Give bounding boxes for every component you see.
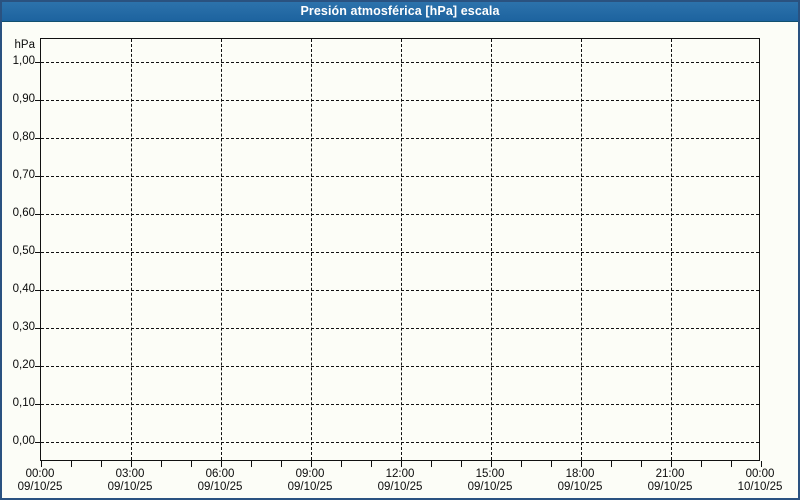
- x-axis-label: 21:0009/10/25: [632, 468, 708, 494]
- x-axis-label: 00:0010/10/25: [722, 468, 798, 494]
- x-axis-tick: [701, 461, 702, 467]
- x-axis-date: 09/10/25: [2, 481, 78, 494]
- x-axis-label: 12:0009/10/25: [362, 468, 438, 494]
- y-axis-label: 0,40: [0, 282, 35, 296]
- x-axis-tick: [251, 461, 252, 467]
- x-axis-label: 03:0009/10/25: [92, 468, 168, 494]
- x-axis-tick: [431, 461, 432, 467]
- y-axis-label: 0,20: [0, 358, 35, 372]
- y-axis-tick: [35, 252, 40, 253]
- plot-area: [40, 38, 760, 461]
- y-gridline: [41, 366, 759, 367]
- x-axis-tick: [521, 461, 522, 467]
- x-axis-tick: [581, 461, 582, 467]
- x-axis-date: 09/10/25: [452, 481, 528, 494]
- y-axis-tick: [35, 176, 40, 177]
- x-axis-time: 15:00: [452, 468, 528, 481]
- y-axis-tick: [35, 328, 40, 329]
- x-axis-label: 18:0009/10/25: [542, 468, 618, 494]
- chart-window: Presión atmosférica [hPa] escala hPa 1,0…: [0, 0, 800, 500]
- x-axis-tick: [221, 461, 222, 467]
- chart-area: hPa 1,00 0,90 0,80 0,70 0,60 0,50 0,40 0,30 0,20…: [0, 0, 800, 500]
- y-axis-tick: [35, 214, 40, 215]
- y-gridline: [41, 290, 759, 291]
- x-axis-tick: [641, 461, 642, 467]
- y-axis-tick: [35, 62, 40, 63]
- x-axis-tick: [371, 461, 372, 467]
- x-axis-tick: [401, 461, 402, 467]
- x-gridline: [221, 39, 222, 460]
- y-axis-label: 0,80: [0, 130, 35, 144]
- x-gridline: [581, 39, 582, 460]
- x-gridline: [131, 39, 132, 460]
- x-axis-tick: [761, 461, 762, 467]
- x-axis-tick: [671, 461, 672, 467]
- x-axis-tick: [131, 461, 132, 467]
- y-axis-label: 0,30: [0, 320, 35, 334]
- y-axis-tick: [35, 366, 40, 367]
- y-gridline: [41, 404, 759, 405]
- y-gridline: [41, 252, 759, 253]
- x-axis-tick: [101, 461, 102, 467]
- y-gridline: [41, 176, 759, 177]
- x-axis-time: 09:00: [272, 468, 348, 481]
- x-gridline: [311, 39, 312, 460]
- x-axis-date: 09/10/25: [542, 481, 618, 494]
- x-axis-time: 03:00: [92, 468, 168, 481]
- y-axis-tick: [35, 442, 40, 443]
- y-axis-label: 0,00: [0, 434, 35, 448]
- y-axis-tick: [35, 404, 40, 405]
- y-gridline: [41, 100, 759, 101]
- x-axis-time: 18:00: [542, 468, 618, 481]
- x-gridline: [671, 39, 672, 460]
- y-gridline: [41, 328, 759, 329]
- x-axis-time: 06:00: [182, 468, 258, 481]
- x-axis-tick: [611, 461, 612, 467]
- x-axis-date: 09/10/25: [362, 481, 438, 494]
- x-axis-tick: [161, 461, 162, 467]
- x-axis-date: 09/10/25: [272, 481, 348, 494]
- x-gridline: [491, 39, 492, 460]
- y-axis-label: 0,70: [0, 168, 35, 182]
- y-gridline: [41, 214, 759, 215]
- x-axis-time: 00:00: [2, 468, 78, 481]
- y-axis-label: 0,90: [0, 92, 35, 106]
- x-axis-time: 21:00: [632, 468, 708, 481]
- x-axis-tick: [191, 461, 192, 467]
- y-axis-tick: [35, 100, 40, 101]
- x-axis-date: 09/10/25: [92, 481, 168, 494]
- y-axis-tick: [35, 138, 40, 139]
- y-gridline: [41, 138, 759, 139]
- y-gridline: [41, 442, 759, 443]
- x-axis-tick: [281, 461, 282, 467]
- y-axis-label: 0,10: [0, 396, 35, 410]
- x-axis-date: 09/10/25: [182, 481, 258, 494]
- x-axis-time: 12:00: [362, 468, 438, 481]
- x-axis-tick: [461, 461, 462, 467]
- x-axis-date: 09/10/25: [632, 481, 708, 494]
- x-axis-label: 06:0009/10/25: [182, 468, 258, 494]
- x-axis-tick: [311, 461, 312, 467]
- x-axis-tick: [731, 461, 732, 467]
- x-axis-tick: [71, 461, 72, 467]
- x-axis-tick: [41, 461, 42, 467]
- y-axis-label: 1,00: [0, 54, 35, 68]
- x-axis-tick: [491, 461, 492, 467]
- y-axis-label: 0,60: [0, 206, 35, 220]
- x-axis-tick: [341, 461, 342, 467]
- y-axis-label: 0,50: [0, 244, 35, 258]
- x-axis-label: 15:0009/10/25: [452, 468, 528, 494]
- x-axis-time: 00:00: [722, 468, 798, 481]
- x-axis-label: 00:0009/10/25: [2, 468, 78, 494]
- x-axis-date: 10/10/25: [722, 481, 798, 494]
- x-axis-tick: [551, 461, 552, 467]
- x-gridline: [401, 39, 402, 460]
- y-gridline: [41, 62, 759, 63]
- y-axis-unit-label: hPa: [0, 39, 35, 52]
- x-axis-label: 09:0009/10/25: [272, 468, 348, 494]
- y-axis-tick: [35, 290, 40, 291]
